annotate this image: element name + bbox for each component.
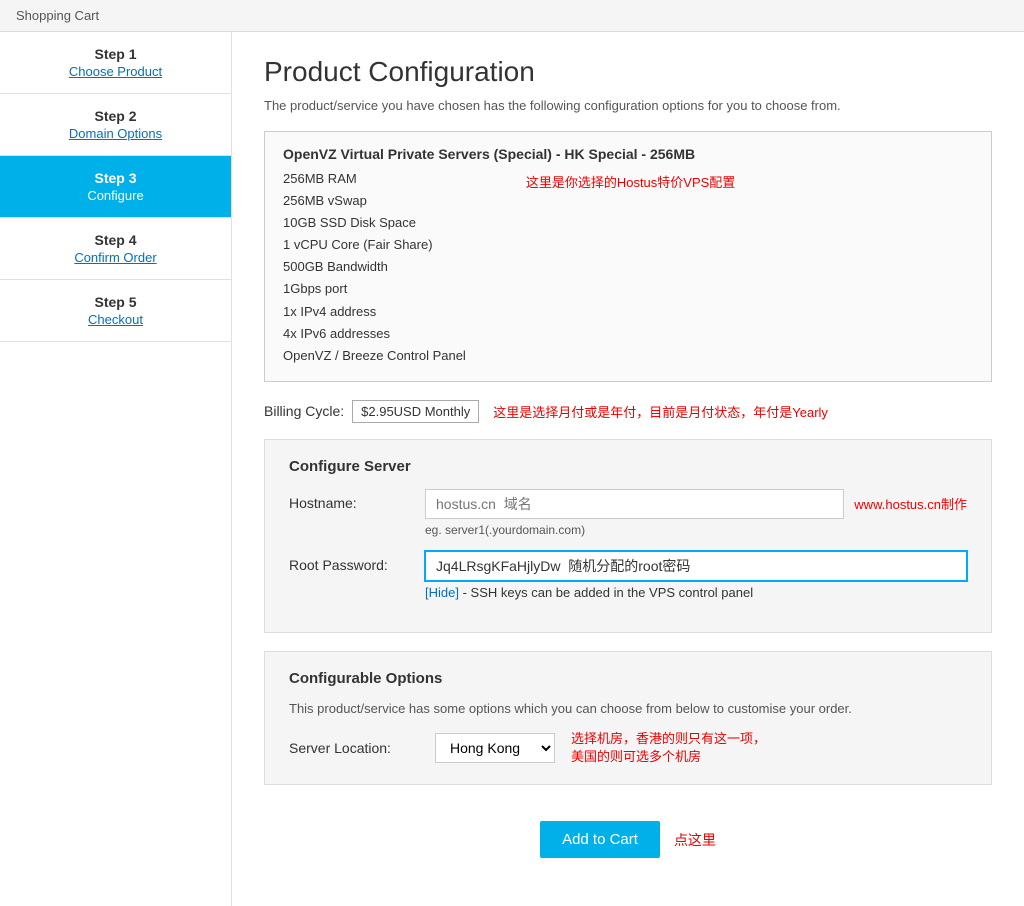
- product-spec-note: 这里是你选择的Hostus特价VPS配置: [526, 172, 735, 191]
- spec-ipv4: 1x IPv4 address: [283, 301, 466, 323]
- spec-port: 1Gbps port: [283, 278, 466, 300]
- sidebar-item-step2[interactable]: Step 2 Domain Options: [0, 94, 231, 156]
- page-title: Product Configuration: [264, 56, 992, 88]
- password-input[interactable]: [425, 551, 967, 581]
- location-label: Server Location:: [289, 740, 419, 756]
- main-content: Product Configuration The product/servic…: [232, 32, 1024, 906]
- step4-subtitle[interactable]: Confirm Order: [16, 250, 215, 265]
- hide-link[interactable]: [Hide]: [425, 585, 459, 600]
- billing-row: Billing Cycle: $2.95USD Monthly 这里是选择月付或…: [264, 400, 992, 423]
- password-field: [Hide] - SSH keys can be added in the VP…: [425, 551, 967, 600]
- configurable-options-box: Configurable Options This product/servic…: [264, 651, 992, 785]
- spec-right: 这里是你选择的Hostus特价VPS配置: [506, 168, 735, 367]
- top-bar: Shopping Cart: [0, 0, 1024, 32]
- spec-ram: 256MB RAM: [283, 168, 466, 190]
- billing-value: $2.95USD Monthly: [352, 400, 479, 423]
- configure-server-title: Configure Server: [289, 458, 967, 475]
- spec-ipv6: 4x IPv6 addresses: [283, 323, 466, 345]
- password-row: Root Password: [Hide] - SSH keys can be …: [289, 551, 967, 600]
- configurable-options-title: Configurable Options: [289, 670, 967, 687]
- hostname-input[interactable]: [425, 489, 844, 519]
- spec-disk: 10GB SSD Disk Space: [283, 212, 466, 234]
- add-to-cart-button[interactable]: Add to Cart: [540, 821, 660, 858]
- step3-title: Step 3: [16, 170, 215, 186]
- hostname-field: www.hostus.cn制作 eg. server1(.yourdomain.…: [425, 489, 967, 537]
- password-label: Root Password:: [289, 551, 409, 573]
- spec-cpu: 1 vCPU Core (Fair Share): [283, 234, 466, 256]
- configurable-desc: This product/service has some options wh…: [289, 701, 967, 716]
- location-row: Server Location: Hong Kong Los Angeles D…: [289, 730, 967, 766]
- location-select[interactable]: Hong Kong Los Angeles Dallas: [435, 733, 555, 763]
- hostname-label: Hostname:: [289, 489, 409, 511]
- click-here-label: 点这里: [674, 830, 716, 850]
- sidebar: Step 1 Choose Product Step 2 Domain Opti…: [0, 32, 232, 906]
- hostname-hint: eg. server1(.yourdomain.com): [425, 523, 967, 537]
- hostname-red-note: www.hostus.cn制作: [854, 494, 967, 513]
- product-box: OpenVZ Virtual Private Servers (Special)…: [264, 131, 992, 382]
- product-specs: 256MB RAM 256MB vSwap 10GB SSD Disk Spac…: [283, 168, 466, 367]
- shopping-cart-label: Shopping Cart: [16, 8, 99, 23]
- spec-panel: OpenVZ / Breeze Control Panel: [283, 345, 466, 367]
- step5-title: Step 5: [16, 294, 215, 310]
- step5-subtitle[interactable]: Checkout: [16, 312, 215, 327]
- step1-subtitle[interactable]: Choose Product: [16, 64, 215, 79]
- sidebar-item-step5[interactable]: Step 5 Checkout: [0, 280, 231, 342]
- step2-title: Step 2: [16, 108, 215, 124]
- location-note: 选择机房，香港的则只有这一项，美国的则可选多个机房: [571, 730, 771, 766]
- billing-note: 这里是选择月付或是年付，目前是月付状态，年付是Yearly: [493, 402, 828, 421]
- sidebar-item-step1[interactable]: Step 1 Choose Product: [0, 32, 231, 94]
- step2-subtitle[interactable]: Domain Options: [16, 126, 215, 141]
- product-name: OpenVZ Virtual Private Servers (Special)…: [283, 146, 973, 162]
- configure-server-box: Configure Server Hostname: www.hostus.cn…: [264, 439, 992, 633]
- hostname-input-row: www.hostus.cn制作: [425, 489, 967, 519]
- step4-title: Step 4: [16, 232, 215, 248]
- ssh-note-text: - SSH keys can be added in the VPS contr…: [463, 585, 754, 600]
- spec-swap: 256MB vSwap: [283, 190, 466, 212]
- billing-label: Billing Cycle:: [264, 403, 344, 419]
- spec-bw: 500GB Bandwidth: [283, 256, 466, 278]
- sidebar-item-step4[interactable]: Step 4 Confirm Order: [0, 218, 231, 280]
- hostname-row: Hostname: www.hostus.cn制作 eg. server1(.y…: [289, 489, 967, 537]
- page-desc: The product/service you have chosen has …: [264, 98, 992, 113]
- footer-bar: Add to Cart 点这里: [264, 809, 992, 882]
- sidebar-item-step3[interactable]: Step 3 Configure: [0, 156, 231, 218]
- step1-title: Step 1: [16, 46, 215, 62]
- step3-subtitle: Configure: [16, 188, 215, 203]
- ssh-note: [Hide] - SSH keys can be added in the VP…: [425, 585, 967, 600]
